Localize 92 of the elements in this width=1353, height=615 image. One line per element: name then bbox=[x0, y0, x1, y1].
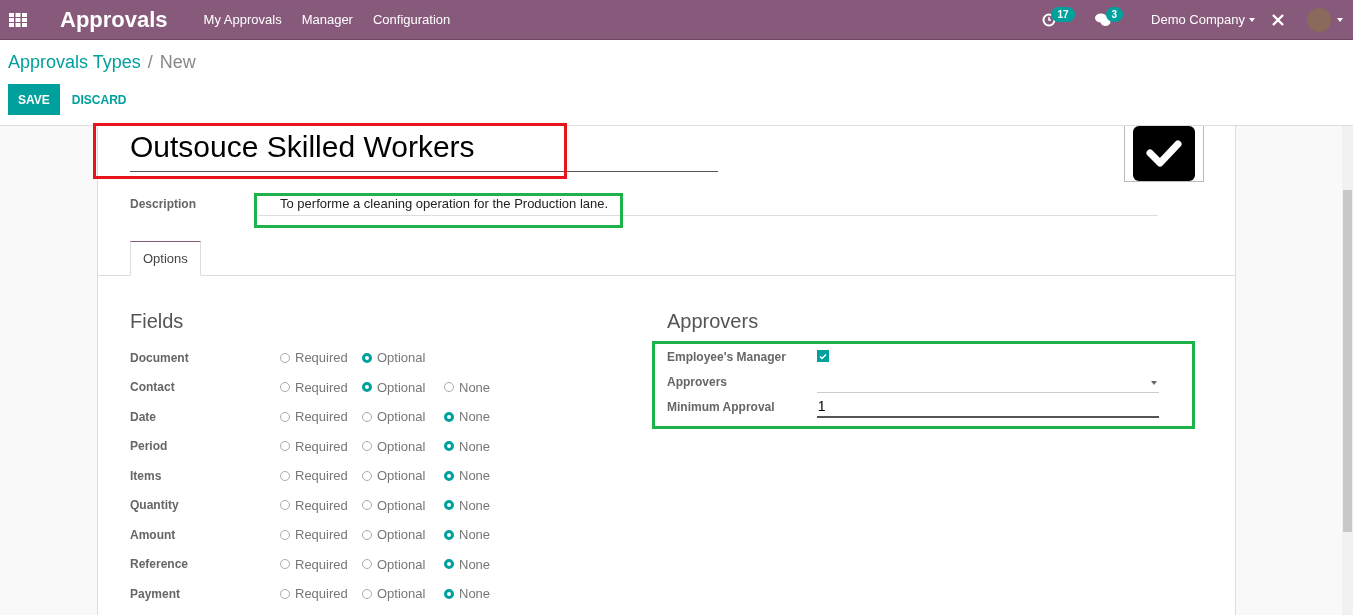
section-title: Fields bbox=[130, 310, 185, 333]
save-button[interactable]: SAVE bbox=[8, 84, 60, 115]
company-switcher[interactable]: Demo Company bbox=[1151, 12, 1245, 27]
radio-label[interactable]: Optional bbox=[377, 350, 426, 366]
radio-label[interactable]: Optional bbox=[377, 497, 426, 513]
radio-button[interactable] bbox=[444, 588, 454, 599]
field-label: Employee's Manager bbox=[667, 350, 787, 366]
radio-label[interactable]: Required bbox=[295, 468, 348, 484]
radio-label[interactable]: Optional bbox=[377, 586, 426, 602]
radio-label[interactable]: Optional bbox=[377, 468, 426, 484]
name-field[interactable]: Outsouce Skilled Workers bbox=[130, 130, 718, 172]
radio-button[interactable] bbox=[362, 441, 372, 452]
clock-icon[interactable] bbox=[1042, 12, 1057, 27]
minimum-approval-field[interactable]: 1 bbox=[816, 398, 1159, 418]
radio-button[interactable] bbox=[362, 382, 372, 393]
radio-label[interactable]: None bbox=[459, 468, 491, 484]
field-label: Payment bbox=[130, 586, 182, 601]
image-field[interactable] bbox=[1124, 126, 1204, 182]
radio-label[interactable]: None bbox=[459, 379, 491, 395]
radio-label[interactable]: Required bbox=[295, 527, 348, 543]
radio-button[interactable] bbox=[280, 441, 290, 452]
breadcrumb-separator: / bbox=[147, 52, 153, 73]
radio-label[interactable]: Optional bbox=[377, 556, 426, 572]
radio-button[interactable] bbox=[280, 588, 290, 599]
radio-button[interactable] bbox=[362, 500, 372, 511]
avatar[interactable] bbox=[1307, 7, 1331, 32]
breadcrumb-current: New bbox=[159, 52, 196, 73]
radio-label[interactable]: Optional bbox=[377, 379, 426, 395]
radio-button[interactable] bbox=[362, 411, 372, 422]
radio-button[interactable] bbox=[280, 500, 290, 511]
menu-item[interactable]: Manager bbox=[301, 12, 353, 27]
caret-icon[interactable] bbox=[1249, 17, 1255, 22]
field-label: Contact bbox=[130, 380, 176, 395]
radio-label[interactable]: Required bbox=[295, 350, 348, 366]
message-count-badge: 3 bbox=[1105, 7, 1124, 22]
field-label: Items bbox=[130, 468, 163, 483]
radio-button[interactable] bbox=[362, 352, 372, 363]
radio-button[interactable] bbox=[280, 559, 290, 570]
radio-label[interactable]: None bbox=[459, 438, 491, 454]
radio-button[interactable] bbox=[362, 588, 372, 599]
radio-button[interactable] bbox=[444, 441, 454, 452]
checkbox[interactable] bbox=[817, 350, 829, 362]
tab[interactable]: Options bbox=[130, 241, 201, 276]
menu-item[interactable]: My Approvals bbox=[203, 12, 282, 27]
radio-button[interactable] bbox=[280, 382, 290, 393]
scrollbar[interactable] bbox=[1342, 126, 1353, 615]
radio-button[interactable] bbox=[444, 470, 454, 481]
radio-label[interactable]: Optional bbox=[377, 527, 426, 543]
radio-label[interactable]: Required bbox=[295, 586, 348, 602]
field-label: Quantity bbox=[130, 498, 180, 513]
description-field[interactable]: To performe a cleaning operation for the Production lane. bbox=[258, 196, 1158, 216]
radio-label[interactable]: None bbox=[459, 556, 491, 572]
tools-icon[interactable] bbox=[1271, 12, 1285, 27]
caret-icon[interactable] bbox=[1337, 17, 1343, 22]
section-title: Approvers bbox=[667, 310, 760, 333]
radio-button[interactable] bbox=[444, 500, 454, 511]
radio-button[interactable] bbox=[444, 411, 454, 422]
radio-button[interactable] bbox=[362, 559, 372, 570]
field-label: Approvers bbox=[667, 375, 729, 391]
radio-label[interactable]: Optional bbox=[377, 409, 426, 425]
radio-button[interactable] bbox=[280, 529, 290, 540]
breadcrumb-link[interactable]: Approvals Types bbox=[8, 52, 141, 73]
radio-label[interactable]: None bbox=[459, 497, 491, 513]
field-label: Description bbox=[130, 197, 197, 213]
radio-label[interactable]: None bbox=[459, 527, 491, 543]
field-label: Period bbox=[130, 439, 169, 454]
radio-label[interactable]: Required bbox=[295, 379, 348, 395]
radio-label[interactable]: None bbox=[459, 409, 491, 425]
apps-grid-icon[interactable] bbox=[9, 12, 27, 27]
field-label: Date bbox=[130, 409, 157, 424]
radio-label[interactable]: Required bbox=[295, 409, 348, 425]
radio-button[interactable] bbox=[444, 529, 454, 540]
activity-count-badge: 17 bbox=[1051, 7, 1075, 22]
radio-button[interactable] bbox=[444, 559, 454, 570]
radio-label[interactable]: Optional bbox=[377, 438, 426, 454]
field-label: Amount bbox=[130, 527, 177, 542]
radio-label[interactable]: None bbox=[459, 586, 491, 602]
radio-label[interactable]: Required bbox=[295, 438, 348, 454]
field-label: Document bbox=[130, 350, 190, 365]
app-title[interactable]: Approvals bbox=[60, 6, 168, 33]
radio-button[interactable] bbox=[280, 470, 290, 481]
radio-button[interactable] bbox=[362, 529, 372, 540]
discard-button[interactable]: DISCARD bbox=[61, 84, 137, 115]
field-label: Minimum Approval bbox=[667, 400, 776, 416]
radio-button[interactable] bbox=[280, 411, 290, 422]
radio-button[interactable] bbox=[444, 382, 454, 393]
radio-button[interactable] bbox=[280, 352, 290, 363]
radio-label[interactable]: Required bbox=[295, 497, 348, 513]
radio-label[interactable]: Required bbox=[295, 556, 348, 572]
field-label: Reference bbox=[130, 557, 190, 572]
menu-item[interactable]: Configuration bbox=[372, 12, 451, 27]
radio-button[interactable] bbox=[362, 470, 372, 481]
